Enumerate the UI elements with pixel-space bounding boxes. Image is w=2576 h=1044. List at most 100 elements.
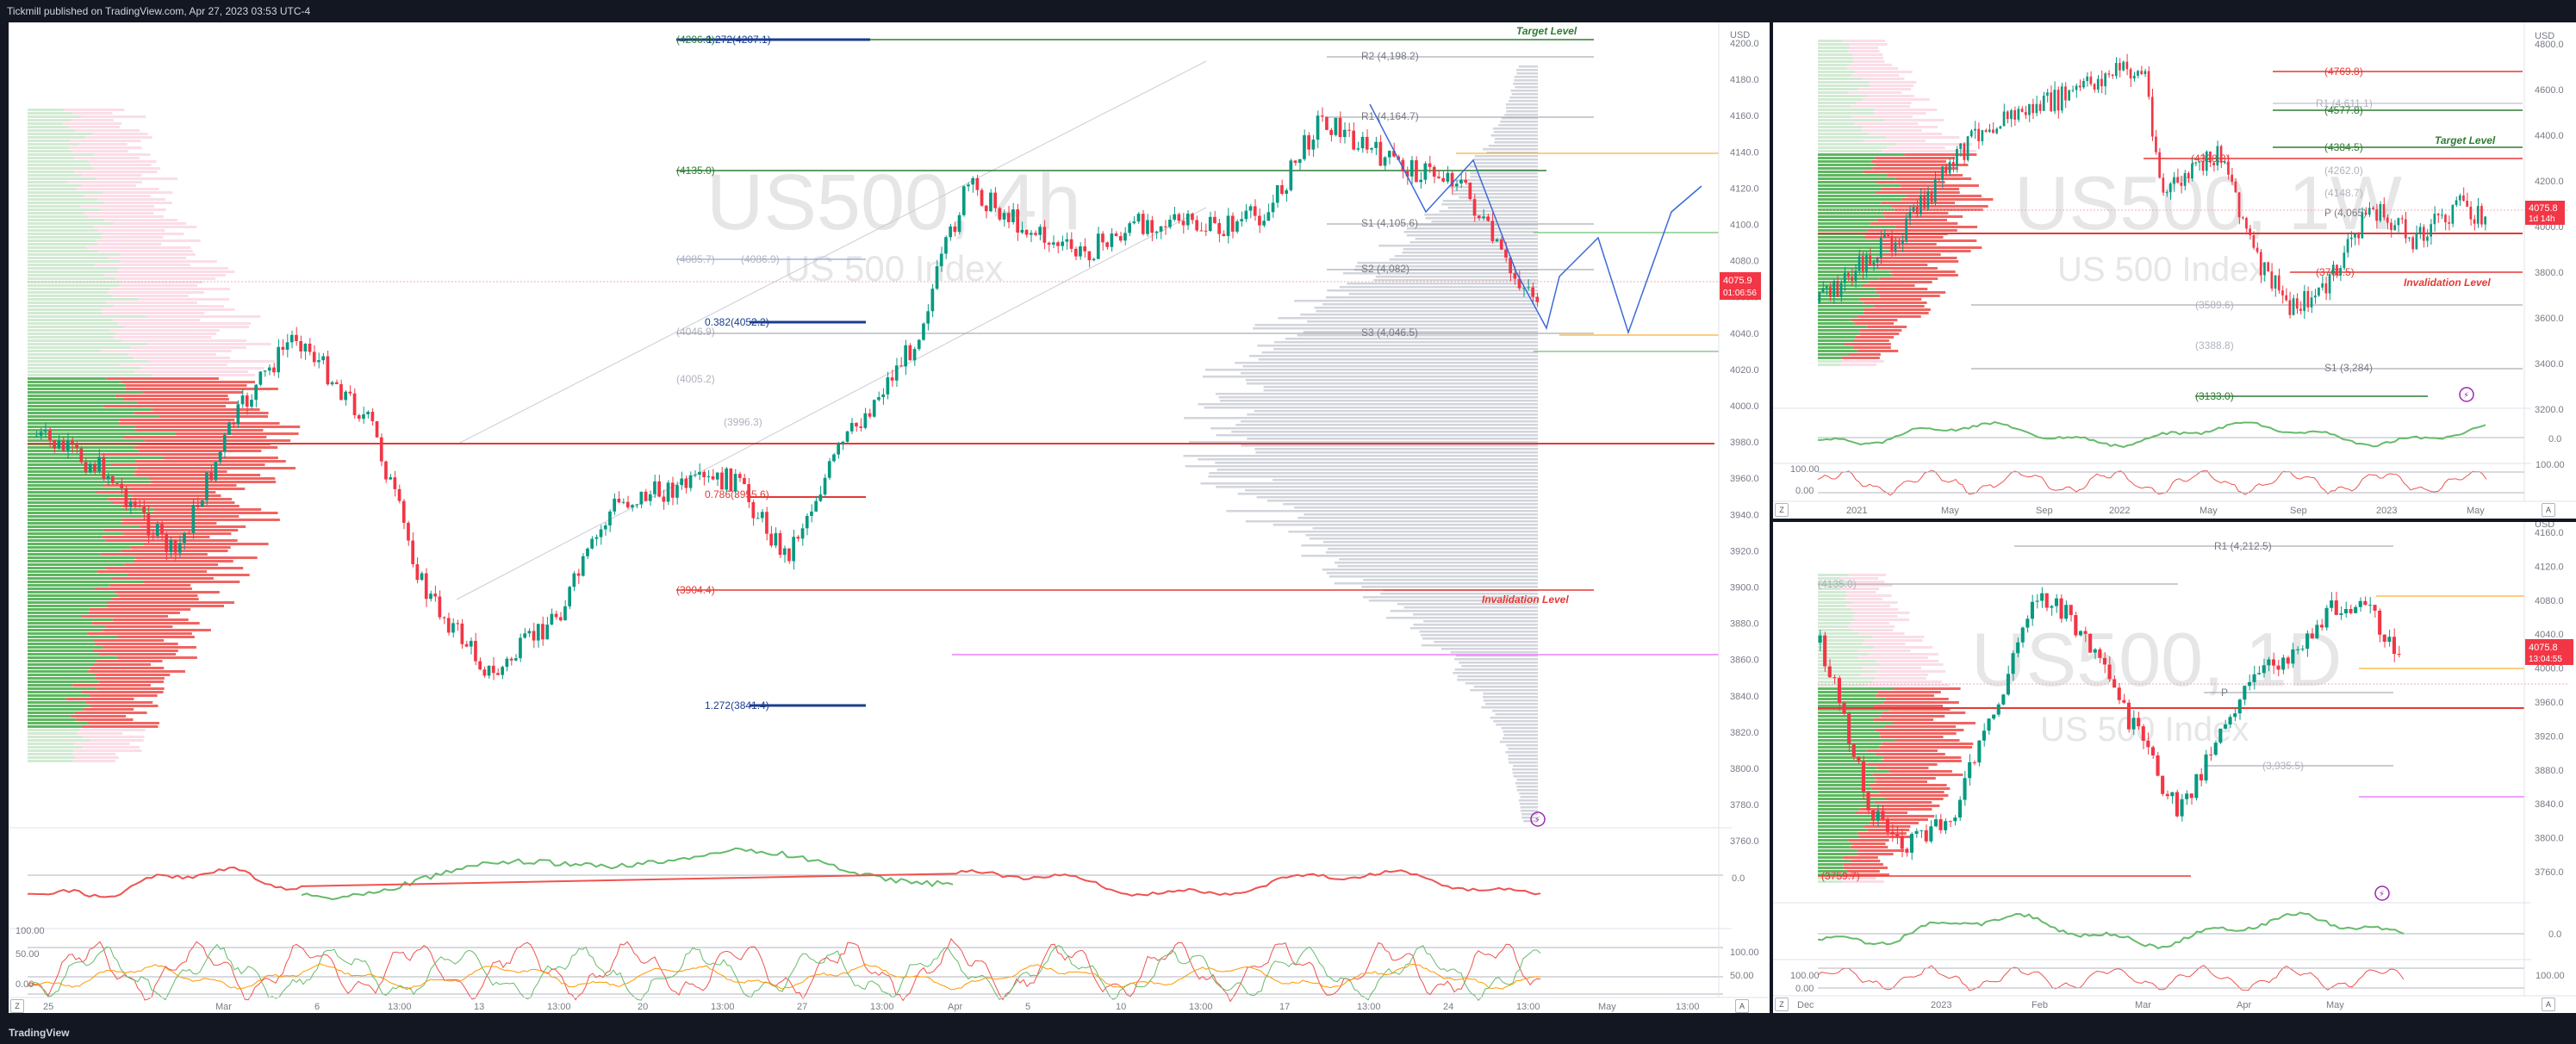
weekly-vp-bar-sell — [1841, 360, 1884, 363]
weekly-vp-bar-buy — [1818, 74, 1851, 77]
daily-vp-bar-buy — [1818, 608, 1851, 611]
main-vp-bar-buy — [28, 439, 145, 442]
weekly-x-axis[interactable]: 2021 May Sep 2022 May Sep 2023 May — [1846, 506, 2485, 516]
main-candle-body — [146, 513, 151, 536]
weekly-candle-body — [2331, 264, 2335, 275]
main-candle-body — [778, 532, 782, 556]
weekly-y-tick-1: 4800.0 — [2535, 40, 2564, 50]
weekly-zoom-button[interactable]: Z — [1775, 503, 1789, 517]
weekly-vp-bar-buy — [1818, 40, 1843, 42]
daily-candle-body — [1895, 834, 1900, 837]
main-candle-body — [1531, 287, 1534, 297]
weekly-vp-bar-sell — [1868, 81, 1917, 84]
daily-chart-canvas[interactable]: US500, 1D US 500 Index R1 (4,212.5) (413… — [1773, 522, 2576, 1013]
main-candle-body — [1459, 179, 1463, 184]
weekly-vp-bar-sell — [1857, 315, 1921, 318]
main-vp-right-bar — [1515, 86, 1538, 89]
weekly-vp-bar-buy — [1818, 202, 1882, 204]
main-candle-body — [1168, 219, 1172, 227]
main-autoscale-button[interactable]: A — [1735, 999, 1749, 1013]
daily-y-axis[interactable]: USD4160.04120.04080.04040.04000.03960.03… — [2535, 522, 2564, 878]
weekly-candle-body — [2104, 73, 2106, 87]
weekly-candle-body — [2288, 300, 2292, 315]
main-candle-body — [1535, 296, 1540, 302]
main-y-axis[interactable]: USD4200.04180.04160.04140.04120.04100.04… — [1730, 30, 1759, 847]
main-candle-body — [644, 491, 648, 501]
daily-x-axis[interactable]: Dec 2023 Feb Mar Apr May — [1797, 1000, 2344, 1010]
weekly-chart-canvas[interactable]: US500, 1W US 500 Index (4769.8) R1 (4,61… — [1773, 22, 2576, 519]
main-vp-bar-buy — [28, 612, 90, 614]
daily-autoscale-button[interactable]: A — [2542, 997, 2555, 1011]
main-candle-body — [1173, 214, 1176, 220]
main-vp-bar-buy — [28, 319, 113, 321]
daily-candle-body — [2237, 699, 2242, 714]
main-watermark-name: US 500 Index — [784, 248, 1004, 289]
weekly-candle-body — [2122, 61, 2125, 71]
main-vp-bar-sell — [112, 598, 199, 600]
daily-candle-body — [2363, 600, 2368, 606]
main-candle-body — [411, 540, 414, 565]
daily-vp-bar-buy — [1818, 767, 1877, 769]
pivot-s2-label: S2 (4,082) — [1361, 263, 1409, 275]
weekly-stoch-line — [1817, 469, 2487, 496]
weekly-vp-bar-sell — [1855, 336, 1895, 339]
main-candle-body — [1504, 249, 1508, 258]
main-vp-bar-buy — [28, 360, 149, 363]
main-vp-bar-buy — [28, 419, 120, 421]
main-candle-body — [254, 384, 258, 401]
daily-chart-panel[interactable]: US500, 1D US 500 Index R1 (4,212.5) (413… — [1773, 522, 2576, 1013]
weekly-candle-body — [1995, 128, 1998, 134]
main-vp-right-bar — [1373, 279, 1538, 282]
weekly-y-tick-9: 3200.0 — [2535, 405, 2564, 415]
main-vp-bar-sell — [121, 519, 280, 521]
main-vp-right-bar — [1452, 193, 1538, 196]
weekly-vp-bar-buy — [1818, 198, 1902, 201]
daily-candle-body — [1957, 799, 1962, 818]
main-vp-bar-sell — [134, 446, 278, 449]
weekly-level-4148-label: (4148.7) — [2324, 187, 2363, 199]
weekly-candle-body — [2354, 233, 2356, 238]
weekly-candle-body — [2285, 295, 2287, 301]
main-chart-panel[interactable]: US500, 4h US 500 Index Target Level (420… — [9, 22, 1770, 1013]
daily-price-tag-value: 4075.8 — [2529, 643, 2558, 653]
weekly-candle-body — [2458, 195, 2461, 201]
main-candle-body — [263, 370, 267, 372]
main-candle-body — [1482, 216, 1485, 219]
daily-oscillator-line — [1817, 911, 2405, 950]
tradingview-logo[interactable]: TradingView — [9, 1027, 69, 1039]
main-vp-right-bar — [1216, 469, 1538, 471]
weekly-candle-body — [1974, 128, 1976, 131]
weekly-chart-panel[interactable]: US500, 1W US 500 Index (4769.8) R1 (4,61… — [1773, 22, 2576, 519]
weekly-candle-body — [2046, 92, 2049, 96]
daily-vp-bar-sell — [1860, 674, 1929, 676]
weekly-candle-body — [2144, 71, 2147, 74]
main-vp-bar-buy — [28, 663, 94, 666]
main-zoom-button[interactable]: Z — [10, 999, 24, 1013]
main-candle-body — [984, 205, 988, 212]
main-candle-body — [1154, 231, 1159, 233]
weekly-autoscale-button[interactable]: A — [2542, 503, 2555, 517]
main-chart-canvas[interactable]: US500, 4h US 500 Index Target Level (420… — [9, 22, 1770, 1013]
main-candle-body — [464, 643, 469, 647]
daily-zoom-button[interactable]: Z — [1775, 997, 1789, 1011]
main-trendline-upper[interactable] — [456, 60, 1207, 445]
weekly-candle-body — [2147, 71, 2150, 97]
weekly-vp-bar-sell — [1848, 353, 1881, 356]
daily-candle-body — [1881, 811, 1885, 820]
daily-candle-body — [1914, 830, 1919, 835]
daily-candle-body — [2189, 793, 2193, 799]
daily-candle-body — [2252, 674, 2256, 682]
main-vp-right-bar — [1409, 627, 1538, 630]
main-vp-bar-sell — [72, 684, 151, 687]
main-candle-body — [487, 665, 491, 676]
main-candle-body — [1235, 221, 1239, 232]
weekly-vp-bar-sell — [1866, 95, 1915, 97]
daily-vp-bar-sell — [1879, 663, 1944, 666]
main-x-tick-11: 5 — [1025, 1002, 1030, 1012]
main-x-axis[interactable]: 25 Mar 6 13:00 13 13:00 20 13:00 27 13:00 Apr 5 10 13… — [43, 1002, 1700, 1012]
main-candle-body — [128, 501, 133, 507]
main-vp-bar-sell — [109, 584, 191, 587]
level-4085-label: (4085.7) — [676, 253, 715, 265]
weekly-vp-bar-sell — [1862, 284, 1915, 287]
main-candle-body — [733, 474, 737, 492]
